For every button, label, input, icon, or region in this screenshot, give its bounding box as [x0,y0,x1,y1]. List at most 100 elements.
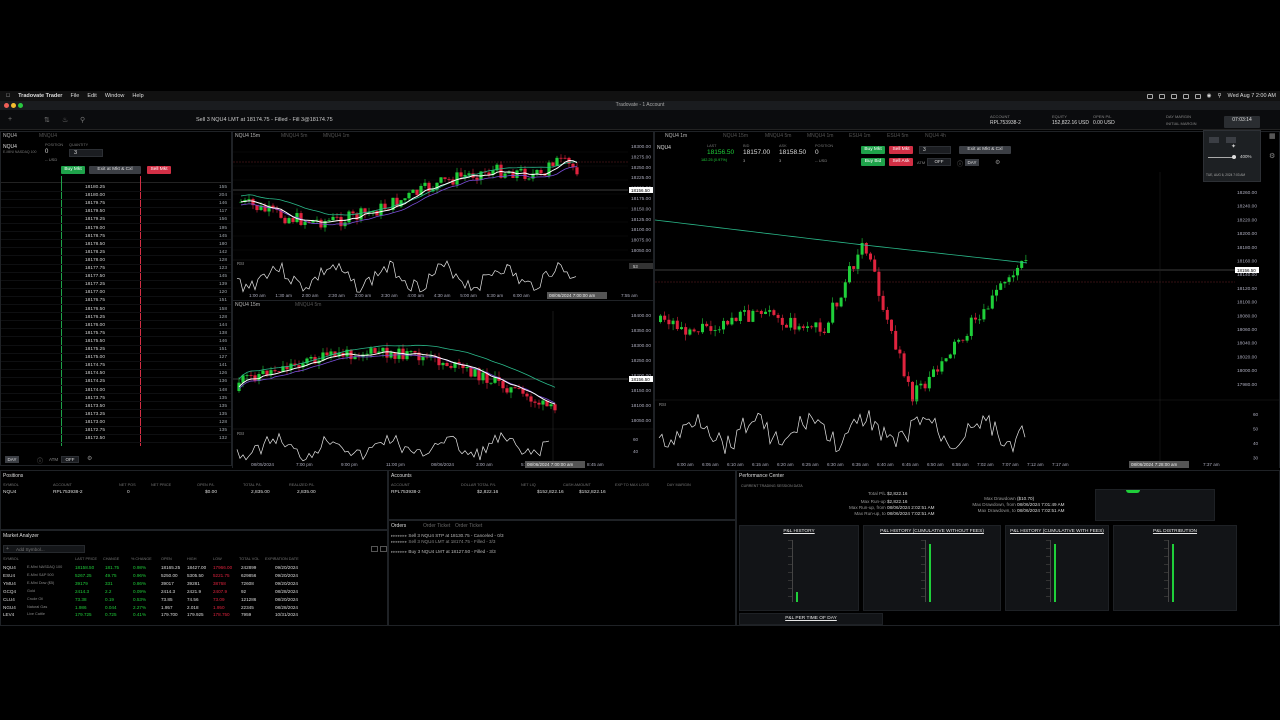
chart3-quantity-input[interactable]: 3 [919,146,951,154]
accounts-title[interactable]: Accounts [391,473,412,479]
dom-price-row[interactable]: 18177.50 145 [1,273,231,281]
pl-card[interactable]: P&L DISTRIBUTION [1113,525,1237,611]
dom-price-row[interactable]: 18174.25 136 [1,378,231,387]
dom-exit-all-button[interactable]: Exit at Mkt & Cxl [89,166,141,174]
tab-dom-mnqu4[interactable]: MNQU4 [39,132,57,140]
dom-buy-mkt-button[interactable]: Buy Mkt [61,166,85,174]
status-icon[interactable] [1158,93,1165,99]
chart-3-canvas[interactable]: RSI 18260.00 18240.00 18220.00 18200.00 18180… [655,172,1279,469]
tab-chart1-mnqu4-1m[interactable]: MNQU4 1m [323,132,349,140]
dom-price-row[interactable]: 18178.75 145 [1,233,231,241]
pl-card[interactable]: P&L HISTORY (CUMULATIVE WITH FEES) [1005,525,1109,611]
tab-orders[interactable]: Orders [391,523,406,529]
menu-help[interactable]: Help [132,93,143,99]
dom-price-row[interactable]: 18172.50 132 [1,435,231,443]
dom-price-row[interactable]: 18178.00 128 [1,257,231,265]
dom-price-row[interactable]: 18176.00 144 [1,322,231,330]
battery-icon[interactable] [1194,93,1201,99]
grid-icon[interactable]: ▦ [1269,132,1276,140]
tab-chart1-nqu4-15m[interactable]: NQU4 15m [235,132,260,140]
dom-price-row[interactable]: 18178.25 142 [1,249,231,257]
menubar-app-name[interactable]: Tradovate Trader [18,93,62,99]
chart3-buy-bid-button[interactable]: Buy Bid [861,158,885,166]
chart3-atm-select[interactable]: OFF [927,158,951,166]
tab-chart3-nqu4-1m[interactable]: NQU4 1m [665,132,687,140]
chart3-sell-mkt-button[interactable]: Sell Mkt [889,146,913,154]
dom-price-row[interactable]: 18177.25 139 [1,281,231,289]
menu-window[interactable]: Window [105,93,125,99]
sort-icon[interactable]: ⇅ [44,116,52,124]
chart3-sell-ask-button[interactable]: Sell Ask [889,158,913,166]
positions-row[interactable]: NQU4 RPL753938-2 0 $0.00 2,835.00 2,835.00 [3,490,387,498]
dom-price-row[interactable]: 18177.00 120 [1,289,231,297]
settings-icon[interactable]: ⚙ [87,455,92,462]
menubar-clock[interactable]: Wed Aug 7 2:00 AM [1227,93,1276,99]
zoom-option[interactable] [1209,137,1219,143]
chart3-buy-mkt-button[interactable]: Buy Mkt [861,146,885,154]
market-analyzer-row[interactable]: YMU4 E-Mini Dow ($5) 39179 331 0.86% 39017 392… [3,580,315,588]
tab-chart3-mnqu4-1m[interactable]: MNQU4 1m [807,132,833,140]
zoom-slider-handle[interactable] [1232,155,1236,159]
add-icon[interactable]: + [8,116,16,124]
menu-edit[interactable]: Edit [87,93,96,99]
market-analyzer-title[interactable]: Market Analyzer [3,533,39,539]
dom-price-row[interactable]: 18174.75 141 [1,362,231,370]
dom-price-row[interactable]: 18176.50 158 [1,306,231,314]
tab-chart2-mnqu4-5m[interactable]: MNQU4 5m [295,301,321,309]
dom-price-row[interactable]: 18179.75 146 [1,200,231,208]
dom-ladder[interactable]: 18180.25 155 18180.00 204 18179.75 146 18179.5… [1,184,231,446]
order-row-filled-buy[interactable]: ▸▸▸▸▸▸▸ Buy 3 NQU4 LMT at 18127.50 - Fil… [391,549,496,555]
status-icon[interactable] [1170,93,1177,99]
dom-quantity-input[interactable]: 3 [69,149,103,157]
dom-price-row[interactable]: 18174.50 126 [1,370,231,378]
menu-file[interactable]: File [70,93,79,99]
market-analyzer-row[interactable]: LEV4 Live Cattle 179.725 0.725 0.41% 179.700 1… [3,611,315,619]
chart-1-canvas[interactable]: RSI5318300.0018275.0018250.0018225.00182… [233,142,653,302]
market-analyzer-row[interactable]: ESU4 E-Mini S&P 500 5267.25 49.75 0.96% 5250.… [3,572,315,580]
dom-price-row[interactable]: 18177.75 123 [1,265,231,273]
dom-price-row[interactable]: 18173.25 135 [1,411,231,419]
dom-price-row[interactable]: 18179.25 156 [1,216,231,225]
tab-chart1-mnqu4-5m[interactable]: MNQU4 5m [281,132,307,140]
info-icon[interactable]: ⓘ [957,159,963,168]
clock-widget[interactable]: 07:03:14 [1224,116,1260,128]
market-analyzer-row[interactable]: NQU4 E-Mini NASDAQ 100 18158.50 181.75 0.98%… [3,564,315,572]
dom-price-row[interactable]: 18179.50 117 [1,208,231,216]
account-selector[interactable]: ACCOUNT RPL753938-2 [990,114,1021,126]
dom-price-row[interactable]: 18176.25 128 [1,314,231,322]
apple-icon[interactable]:  [6,93,10,99]
dom-price-row[interactable]: 18176.75 151 [1,297,231,306]
chart-2-canvas[interactable]: RSI18400.0018350.0018300.0018250.0018200… [233,311,653,469]
tab-order-ticket-1[interactable]: Order Ticket [423,523,450,529]
tab-chart3-esu4-1m[interactable]: ESU4 1m [849,132,870,140]
order-row-filled-sell[interactable]: ▸▸▸▸▸▸▸ Sell 3 NQU4 LMT at 18174.75 - Fi… [391,539,495,545]
gear-icon[interactable]: ⚙ [1269,152,1275,160]
market-analyzer-row[interactable]: GCQ4 Gold 2414.3 2.2 0.09% 2414.3 2421.9 2407.9… [3,588,315,596]
pl-card[interactable]: P&L HISTORY (CUMULATIVE WITHOUT FEES) [863,525,1001,611]
wifi-icon[interactable]: ◉ [1207,93,1212,99]
accounts-row[interactable]: RPL753938-2 $2,822.16 $152,822.16 $152,822.… [391,490,735,498]
dom-atm-select[interactable]: OFF [61,456,79,463]
layout-icon[interactable] [371,546,378,552]
dom-price-row[interactable]: 18175.50 146 [1,338,231,346]
dom-price-row[interactable]: 18179.00 195 [1,225,231,233]
tab-order-ticket-2[interactable]: Order Ticket [455,523,482,529]
pl-per-time-card[interactable]: P&L PER TIME OF DAY [739,613,883,625]
dom-price-row[interactable]: 18180.25 155 [1,184,231,192]
tab-chart3-mnqu4-5m[interactable]: MNQU4 5m [765,132,791,140]
tab-dom-nqu4[interactable]: NQU4 [3,132,17,140]
market-analyzer-row[interactable]: CLU4 Crude Oil 73.38 0.19 0.53% 73.85 74.56 73.… [3,596,315,604]
positions-title[interactable]: Positions [3,473,23,479]
tab-chart2-nqu4-15m[interactable]: NQU4 15m [235,301,260,309]
status-icon[interactable] [1146,93,1153,99]
dom-price-row[interactable]: 18178.50 180 [1,241,231,249]
columns-icon[interactable] [380,546,387,552]
maximize-window-icon[interactable] [18,103,23,108]
search-icon[interactable]: ⚲ [80,116,88,124]
dom-sell-mkt-button[interactable]: Sell Mkt [147,166,171,174]
tab-chart3-nqu4-4h[interactable]: NQU4 4h [925,132,946,140]
chart3-exit-all-button[interactable]: Exit at Mkt & Cxl [959,146,1011,154]
settings-icon[interactable]: ⚙ [995,159,1000,166]
market-analyzer-row[interactable]: NGU4 Natural Gas 1.986 0.044 2.27% 1.957 2.018… [3,604,315,612]
close-window-icon[interactable] [4,103,9,108]
